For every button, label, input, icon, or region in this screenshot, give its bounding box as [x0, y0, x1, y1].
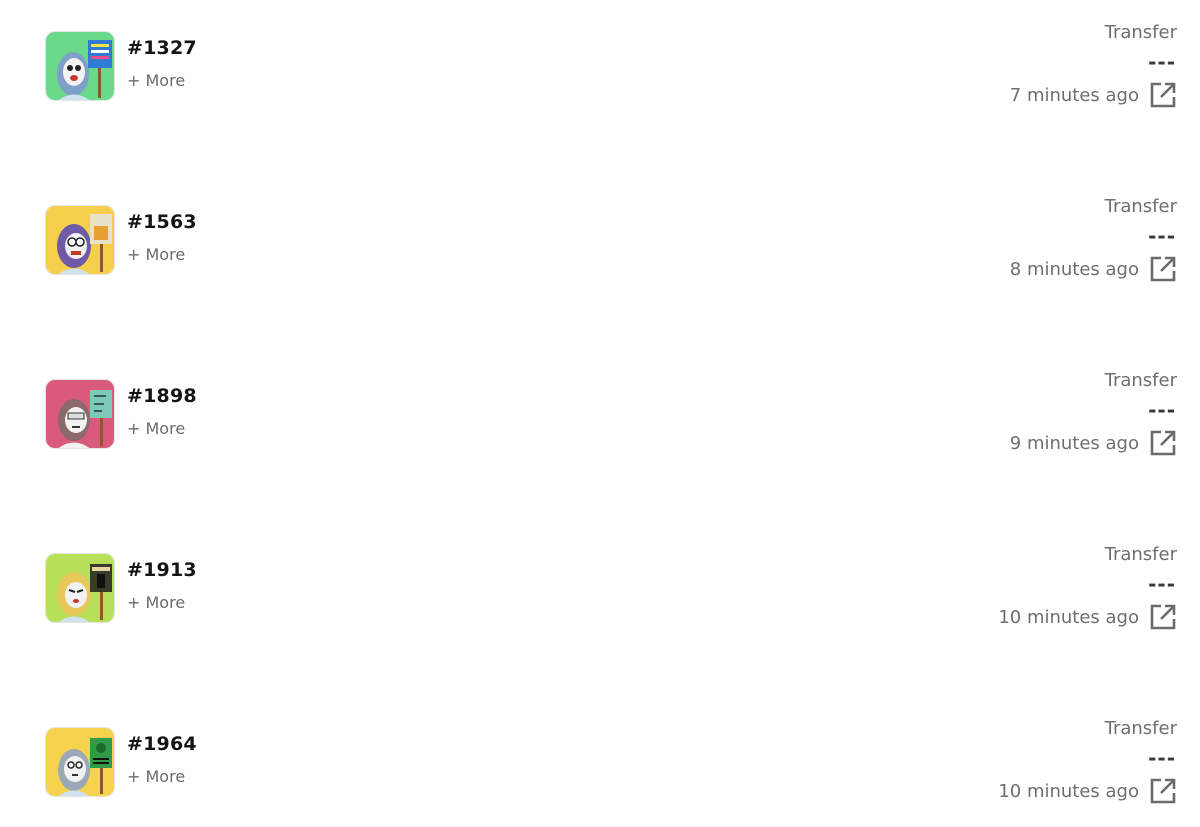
activity-row: #1913 + More Transfer --- 10 minutes ago [0, 542, 1200, 662]
token-id[interactable]: #1327 [127, 37, 197, 59]
more-link[interactable]: + More [127, 593, 185, 612]
price: --- [1148, 572, 1176, 596]
more-link[interactable]: + More [127, 71, 185, 90]
nft-thumbnail[interactable] [45, 379, 115, 449]
nft-thumbnail[interactable] [45, 553, 115, 623]
more-link[interactable]: + More [127, 245, 185, 264]
token-id[interactable]: #1563 [127, 211, 197, 233]
external-link-icon[interactable] [1148, 254, 1178, 284]
time-row: 10 minutes ago [998, 776, 1178, 806]
activity-row: #1327 + More Transfer --- 7 minutes ago [0, 20, 1200, 140]
external-link-icon[interactable] [1148, 776, 1178, 806]
event-type: Transfer [1104, 22, 1177, 43]
time-row: 9 minutes ago [1010, 428, 1178, 458]
price: --- [1148, 398, 1176, 422]
external-link-icon[interactable] [1148, 428, 1178, 458]
time-ago: 10 minutes ago [998, 780, 1139, 802]
time-ago: 9 minutes ago [1009, 432, 1139, 454]
activity-list: #1327 + More Transfer --- 7 minutes ago [0, 0, 1200, 827]
time-ago: 7 minutes ago [1009, 84, 1139, 106]
time-row: 7 minutes ago [1010, 80, 1178, 110]
time-ago: 10 minutes ago [998, 606, 1139, 628]
more-link[interactable]: + More [127, 767, 185, 786]
external-link-icon[interactable] [1148, 602, 1178, 632]
time-row: 8 minutes ago [1010, 254, 1178, 284]
event-type: Transfer [1104, 718, 1177, 739]
activity-row: #1964 + More Transfer --- 10 minutes ago [0, 716, 1200, 827]
price: --- [1148, 746, 1176, 770]
activity-row: #1563 + More Transfer --- 8 minutes ago [0, 194, 1200, 314]
external-link-icon[interactable] [1148, 80, 1178, 110]
event-type: Transfer [1104, 370, 1177, 391]
price: --- [1148, 50, 1176, 74]
price: --- [1148, 224, 1176, 248]
token-id[interactable]: #1898 [127, 385, 197, 407]
more-link[interactable]: + More [127, 419, 185, 438]
nft-thumbnail[interactable] [45, 727, 115, 797]
time-ago: 8 minutes ago [1009, 258, 1139, 280]
activity-row: #1898 + More Transfer --- 9 minutes ago [0, 368, 1200, 488]
event-type: Transfer [1104, 196, 1177, 217]
token-id[interactable]: #1913 [127, 559, 197, 581]
event-type: Transfer [1104, 544, 1177, 565]
token-id[interactable]: #1964 [127, 733, 197, 755]
time-row: 10 minutes ago [998, 602, 1178, 632]
nft-thumbnail[interactable] [45, 31, 115, 101]
nft-thumbnail[interactable] [45, 205, 115, 275]
